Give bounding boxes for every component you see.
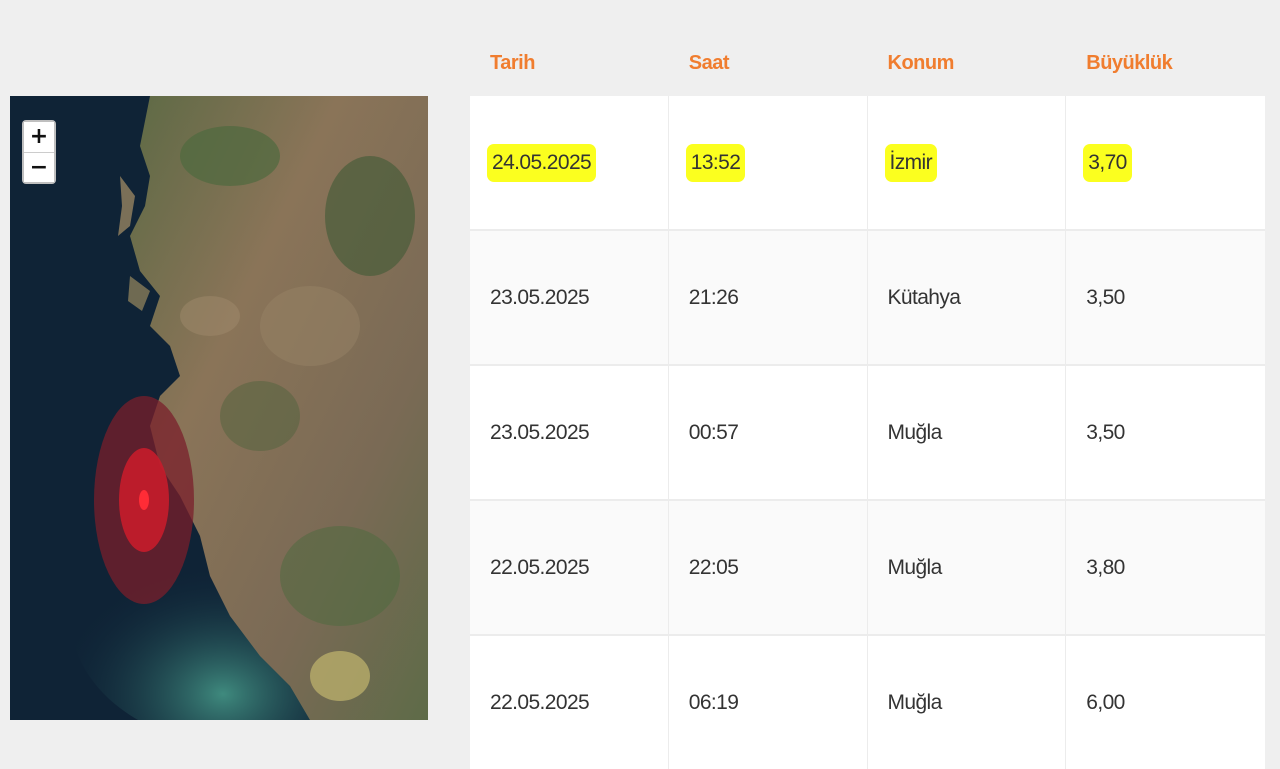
cell-date-text: 22.05.2025 — [490, 690, 590, 714]
cell-location-text: Muğla — [887, 420, 943, 444]
cell-magnitude: 3,50 — [1066, 366, 1265, 499]
cell-date: 22.05.2025 — [470, 501, 669, 634]
zoom-out-button[interactable]: − — [24, 152, 54, 182]
zoom-in-button[interactable]: + — [24, 122, 54, 152]
satellite-terrain — [10, 96, 428, 720]
cell-magnitude: 3,50 — [1066, 231, 1265, 364]
cell-magnitude-text: 3,50 — [1086, 420, 1125, 444]
cell-location: Kütahya — [868, 231, 1067, 364]
cell-location: Muğla — [868, 366, 1067, 499]
cell-time-text: 13:52 — [688, 146, 743, 179]
cell-magnitude: 6,00 — [1066, 636, 1265, 769]
table-row[interactable]: 22.05.2025 06:19 Muğla 6,00 — [470, 634, 1265, 769]
cell-time-text: 22:05 — [688, 555, 739, 579]
table-header: Tarih Saat Konum Büyüklük — [470, 30, 1265, 96]
header-magnitude[interactable]: Büyüklük — [1066, 52, 1265, 75]
cell-date-text: 22.05.2025 — [490, 555, 590, 579]
cell-location: Muğla — [868, 501, 1067, 634]
cell-time: 13:52 — [669, 96, 868, 229]
table-row[interactable]: 22.05.2025 22:05 Muğla 3,80 — [470, 499, 1265, 634]
cell-date-text: 23.05.2025 — [490, 420, 590, 444]
cell-date: 23.05.2025 — [470, 231, 669, 364]
cell-time: 06:19 — [669, 636, 868, 769]
cell-magnitude-text: 6,00 — [1086, 690, 1125, 714]
header-time[interactable]: Saat — [669, 52, 868, 75]
cell-location-text: İzmir — [887, 146, 934, 179]
table-body: 24.05.2025 13:52 İzmir 3,70 23.05.2025 21:26 K… — [470, 96, 1265, 769]
cell-date-text: 23.05.2025 — [490, 285, 590, 309]
cell-magnitude-text: 3,80 — [1086, 555, 1125, 579]
table-row[interactable]: 24.05.2025 13:52 İzmir 3,70 — [470, 96, 1265, 229]
cell-date: 22.05.2025 — [470, 636, 669, 769]
cell-location-text: Kütahya — [887, 285, 961, 309]
cell-time: 21:26 — [669, 231, 868, 364]
cell-date: 24.05.2025 — [470, 96, 669, 229]
cell-location-text: Muğla — [887, 690, 943, 714]
header-date[interactable]: Tarih — [470, 52, 669, 75]
table-row[interactable]: 23.05.2025 00:57 Muğla 3,50 — [470, 364, 1265, 499]
cell-time: 00:57 — [669, 366, 868, 499]
cell-magnitude-text: 3,50 — [1086, 285, 1125, 309]
zoom-control: + − — [22, 120, 56, 184]
epicenter-marker-icon[interactable] — [94, 396, 194, 604]
cell-time-text: 00:57 — [688, 420, 739, 444]
cell-magnitude-text: 3,70 — [1086, 146, 1129, 179]
cell-magnitude: 3,70 — [1066, 96, 1265, 229]
earthquake-table: Tarih Saat Konum Büyüklük 24.05.2025 13:5… — [470, 30, 1265, 769]
cell-time-text: 21:26 — [688, 285, 739, 309]
cell-location-text: Muğla — [887, 555, 943, 579]
cell-time-text: 06:19 — [688, 690, 739, 714]
table-row[interactable]: 23.05.2025 21:26 Kütahya 3,50 — [470, 229, 1265, 364]
cell-date: 23.05.2025 — [470, 366, 669, 499]
cell-date-text: 24.05.2025 — [490, 146, 594, 179]
cell-time: 22:05 — [669, 501, 868, 634]
cell-location: İzmir — [868, 96, 1067, 229]
cell-location: Muğla — [868, 636, 1067, 769]
header-location[interactable]: Konum — [868, 52, 1067, 75]
earthquake-map[interactable]: + − — [10, 96, 428, 720]
cell-magnitude: 3,80 — [1066, 501, 1265, 634]
